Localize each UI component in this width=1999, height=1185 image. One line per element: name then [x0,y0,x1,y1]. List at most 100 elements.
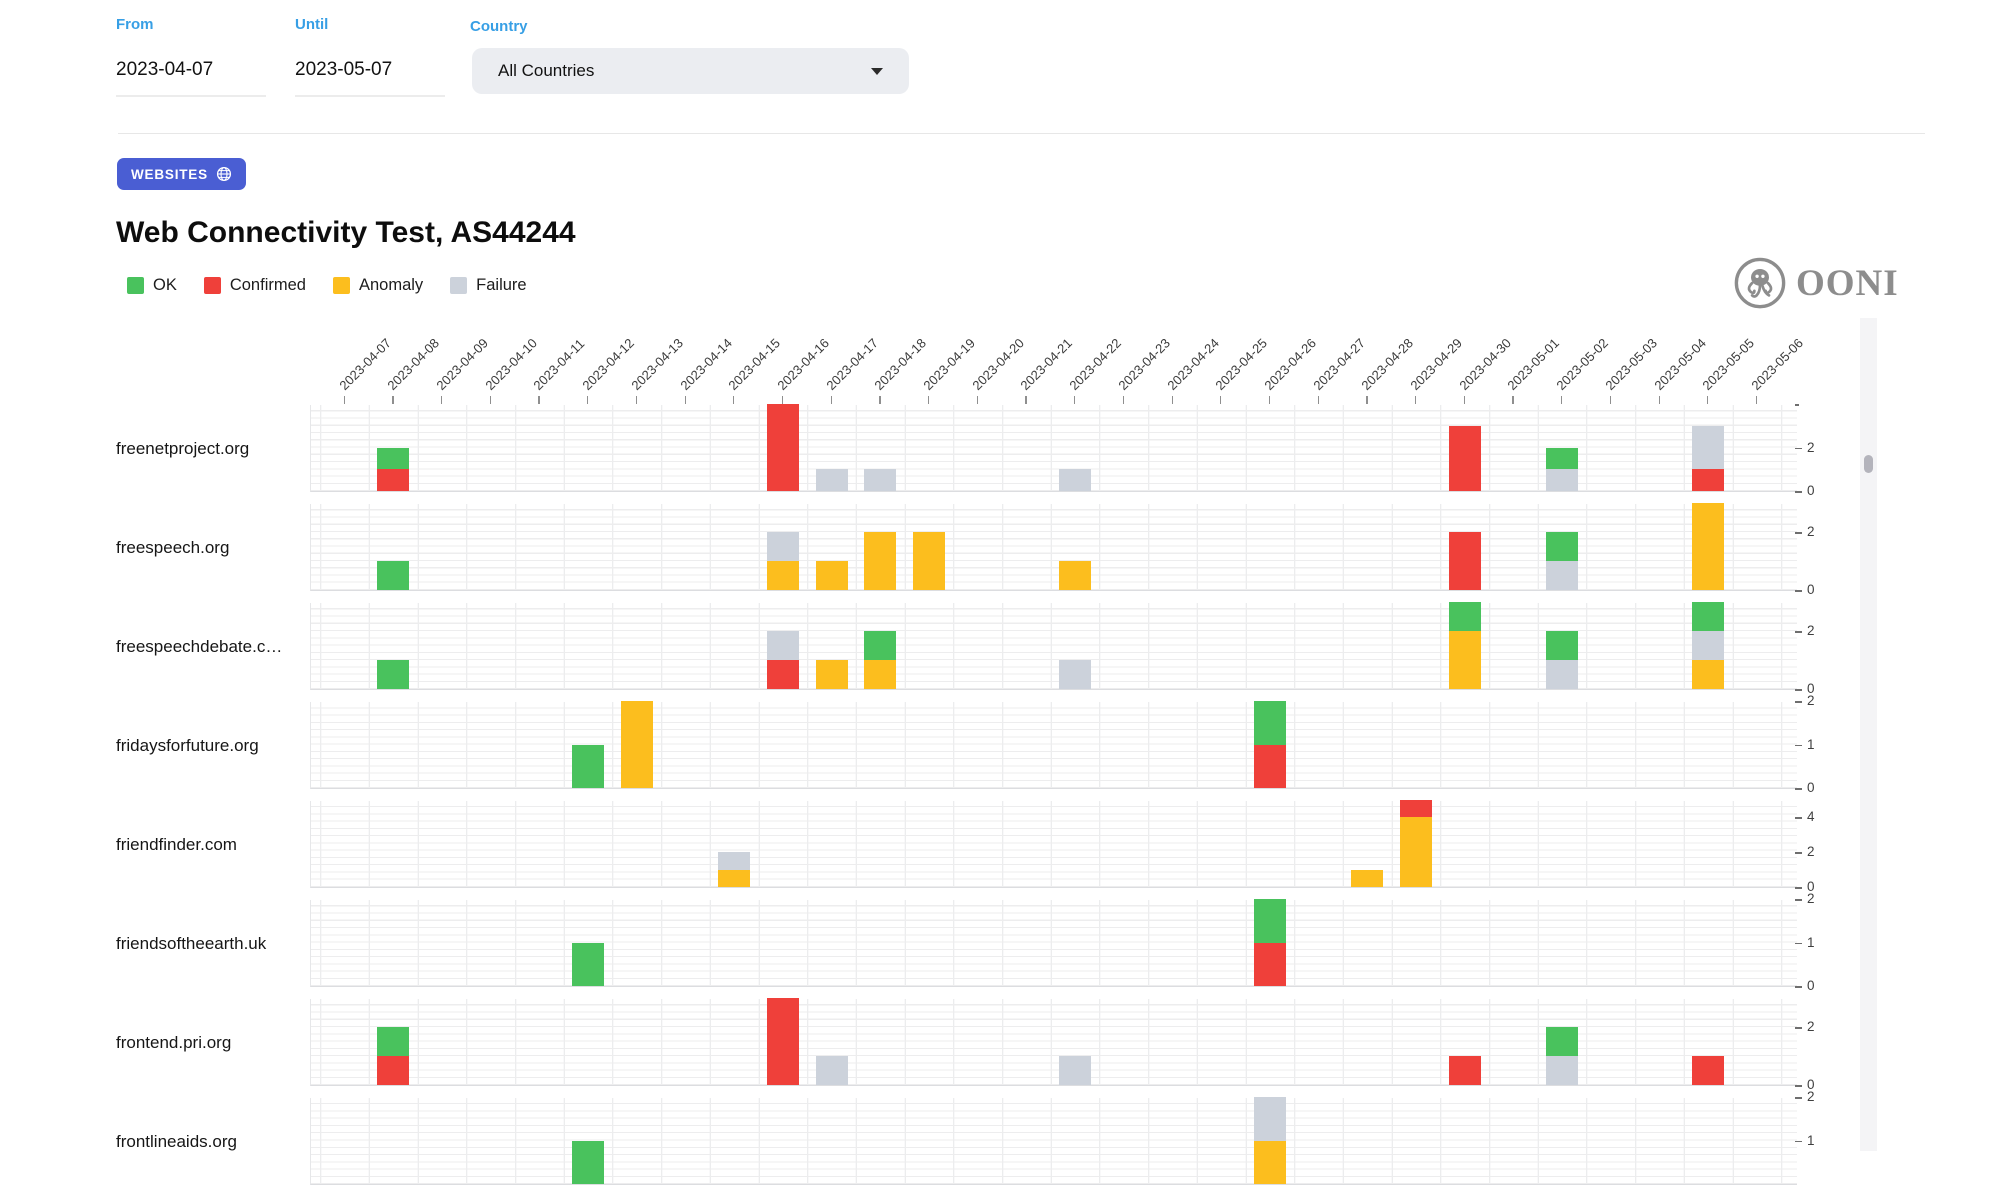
bar-stack[interactable] [377,448,409,492]
bar-segment-ok[interactable] [377,561,409,590]
bar-stack[interactable] [816,660,848,689]
bar-stack[interactable] [1546,1027,1578,1085]
bar-segment-failure[interactable] [1546,561,1578,590]
bar-segment-confirmed[interactable] [1400,800,1432,817]
bar-segment-ok[interactable] [1546,448,1578,470]
bar-stack[interactable] [572,1141,604,1185]
bar-segment-confirmed[interactable] [1449,426,1481,491]
bar-segment-confirmed[interactable] [377,1056,409,1085]
bar-stack[interactable] [1059,660,1091,689]
bar-segment-anomaly[interactable] [913,532,945,590]
bar-stack[interactable] [913,532,945,590]
bar-stack[interactable] [1254,899,1286,986]
bar-stack[interactable] [1692,1056,1724,1085]
bar-stack[interactable] [1546,631,1578,689]
bar-stack[interactable] [864,469,896,491]
bar-segment-anomaly[interactable] [1254,1141,1286,1185]
bar-stack[interactable] [767,998,799,1085]
bar-segment-ok[interactable] [377,660,409,689]
bar-segment-failure[interactable] [767,532,799,561]
bar-segment-anomaly[interactable] [816,660,848,689]
bar-stack[interactable] [1400,800,1432,887]
scrollbar-track[interactable] [1860,318,1877,1151]
bar-segment-ok[interactable] [864,631,896,660]
scrollbar-thumb[interactable] [1864,455,1873,473]
bar-segment-failure[interactable] [1692,631,1724,660]
bar-stack[interactable] [572,943,604,987]
bar-stack[interactable] [1254,701,1286,788]
bar-stack[interactable] [1546,532,1578,590]
bar-segment-confirmed[interactable] [1692,1056,1724,1085]
bar-segment-failure[interactable] [1059,1056,1091,1085]
bar-segment-anomaly[interactable] [816,561,848,590]
bar-stack[interactable] [377,561,409,590]
bar-segment-ok[interactable] [1254,701,1286,745]
bar-stack[interactable] [1059,561,1091,590]
bar-stack[interactable] [767,404,799,491]
bar-segment-ok[interactable] [572,943,604,987]
bar-segment-ok[interactable] [1254,899,1286,943]
bar-stack[interactable] [1449,602,1481,689]
bar-segment-anomaly[interactable] [1351,870,1383,887]
bar-segment-failure[interactable] [864,469,896,491]
bar-segment-failure[interactable] [718,852,750,869]
bar-segment-anomaly[interactable] [1400,817,1432,887]
bar-segment-failure[interactable] [1546,660,1578,689]
bar-stack[interactable] [377,660,409,689]
bar-segment-anomaly[interactable] [767,561,799,590]
bar-segment-anomaly[interactable] [718,870,750,887]
bar-segment-anomaly[interactable] [1692,503,1724,590]
bar-segment-failure[interactable] [816,469,848,491]
bar-segment-failure[interactable] [1059,469,1091,491]
bar-segment-anomaly[interactable] [1449,631,1481,689]
bar-segment-anomaly[interactable] [864,660,896,689]
bar-stack[interactable] [816,561,848,590]
bar-segment-failure[interactable] [1546,1056,1578,1085]
bar-stack[interactable] [1351,870,1383,887]
bar-stack[interactable] [1059,1056,1091,1085]
bar-segment-anomaly[interactable] [864,532,896,590]
bar-segment-failure[interactable] [1692,426,1724,470]
bar-stack[interactable] [572,745,604,789]
bar-segment-confirmed[interactable] [1449,1056,1481,1085]
bar-segment-anomaly[interactable] [1059,561,1091,590]
bar-stack[interactable] [1449,1056,1481,1085]
bar-segment-anomaly[interactable] [621,701,653,788]
bar-segment-confirmed[interactable] [767,404,799,491]
bar-segment-confirmed[interactable] [767,998,799,1085]
bar-segment-failure[interactable] [1546,469,1578,491]
bar-segment-anomaly[interactable] [1692,660,1724,689]
bar-segment-ok[interactable] [1546,631,1578,660]
bar-segment-ok[interactable] [1692,602,1724,631]
bar-segment-ok[interactable] [572,745,604,789]
bar-stack[interactable] [621,701,653,788]
bar-segment-failure[interactable] [1059,660,1091,689]
bar-stack[interactable] [1059,469,1091,491]
bar-segment-confirmed[interactable] [1254,745,1286,789]
bar-segment-ok[interactable] [377,1027,409,1056]
bar-segment-confirmed[interactable] [1254,943,1286,987]
bar-segment-ok[interactable] [1546,532,1578,561]
bar-stack[interactable] [1692,602,1724,689]
bar-stack[interactable] [377,1027,409,1085]
bar-stack[interactable] [816,469,848,491]
bar-stack[interactable] [767,532,799,590]
bar-stack[interactable] [1692,426,1724,491]
bar-segment-failure[interactable] [767,631,799,660]
bar-stack[interactable] [767,631,799,689]
bar-segment-confirmed[interactable] [1692,469,1724,491]
bar-segment-failure[interactable] [1254,1097,1286,1141]
bar-stack[interactable] [1692,503,1724,590]
bar-segment-ok[interactable] [572,1141,604,1185]
bar-segment-ok[interactable] [1546,1027,1578,1056]
bar-segment-ok[interactable] [1449,602,1481,631]
bar-segment-confirmed[interactable] [1449,532,1481,590]
bar-stack[interactable] [1254,1097,1286,1184]
bar-segment-ok[interactable] [377,448,409,470]
bar-stack[interactable] [816,1056,848,1085]
bar-stack[interactable] [864,631,896,689]
bar-stack[interactable] [718,852,750,887]
bar-stack[interactable] [1546,448,1578,492]
bar-stack[interactable] [864,532,896,590]
bar-segment-confirmed[interactable] [377,469,409,491]
